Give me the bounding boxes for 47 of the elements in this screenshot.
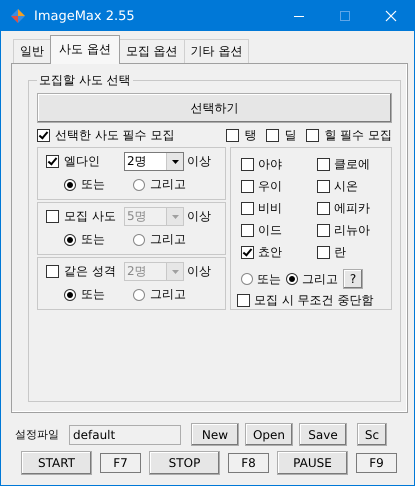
group-title: 모집할 사도 선택 (38, 72, 132, 89)
hotkey-field[interactable]: F9 (356, 453, 397, 473)
character-checkbox[interactable]: 아야 (241, 156, 317, 173)
config-button[interactable]: New (191, 423, 239, 446)
role-checkbox[interactable]: 딜 (266, 127, 296, 144)
character-checkbox[interactable]: 에피카 (317, 200, 393, 217)
radio-button[interactable]: 또는 (241, 270, 281, 288)
character-checkbox[interactable]: 클로에 (317, 156, 393, 173)
config-label: 설정파일 (15, 427, 59, 442)
config-button[interactable]: Open (245, 423, 293, 446)
dropdown-arrow-icon (172, 270, 178, 274)
role-checkbox[interactable]: 탱 (226, 127, 256, 144)
config-button[interactable]: Sc (357, 423, 387, 446)
tab[interactable]: 일반 (13, 39, 51, 63)
count-dropdown[interactable]: 2명 (124, 152, 184, 171)
radio-button[interactable]: 그리고 (133, 176, 186, 193)
control-button[interactable]: PAUSE (277, 451, 348, 475)
control-button[interactable]: START (21, 451, 92, 475)
dropdown-arrow-icon (172, 160, 178, 164)
radio-button[interactable]: 또는 (64, 176, 105, 193)
hotkey-field[interactable]: F8 (228, 453, 269, 473)
dropdown-arrow-icon (172, 214, 178, 218)
radio-button[interactable]: 그리고 (286, 270, 338, 288)
window-title: ImageMax 2.55 (34, 8, 135, 24)
tab[interactable]: 사도 옵션 (50, 35, 120, 64)
config-file-field[interactable]: default (69, 424, 181, 444)
tab[interactable]: 기타 옵션 (184, 39, 250, 63)
config-button[interactable]: Save (299, 423, 347, 446)
character-checkbox[interactable]: 시온 (317, 178, 393, 195)
diamond-icon (10, 8, 26, 24)
suffix-label: 이상 (187, 153, 211, 170)
select-button[interactable]: 선택하기 (37, 93, 392, 123)
suffix-label: 이상 (187, 263, 211, 280)
character-checkbox[interactable]: 쵸안 (241, 244, 317, 261)
control-button[interactable]: STOP (149, 451, 220, 475)
role-checkbox[interactable]: 힐 필수 모집 (306, 127, 392, 144)
hotkey-field[interactable]: F7 (100, 453, 141, 473)
character-checkbox[interactable]: 이드 (241, 222, 317, 239)
help-button[interactable]: ? (343, 269, 363, 289)
suffix-label: 이상 (187, 208, 211, 225)
character-checkbox[interactable]: 비비 (241, 200, 317, 217)
character-checkbox[interactable]: 란 (317, 244, 393, 261)
character-checkbox[interactable]: 리뉴아 (317, 222, 393, 239)
character-checkbox[interactable]: 우이 (241, 178, 317, 195)
stop-checkbox[interactable]: 모집 시 무조건 중단함 (237, 292, 385, 309)
condition-checkbox[interactable]: 엘다인 (46, 153, 124, 170)
required-checkbox[interactable]: 선택한 사도 필수 모집 (37, 127, 174, 144)
